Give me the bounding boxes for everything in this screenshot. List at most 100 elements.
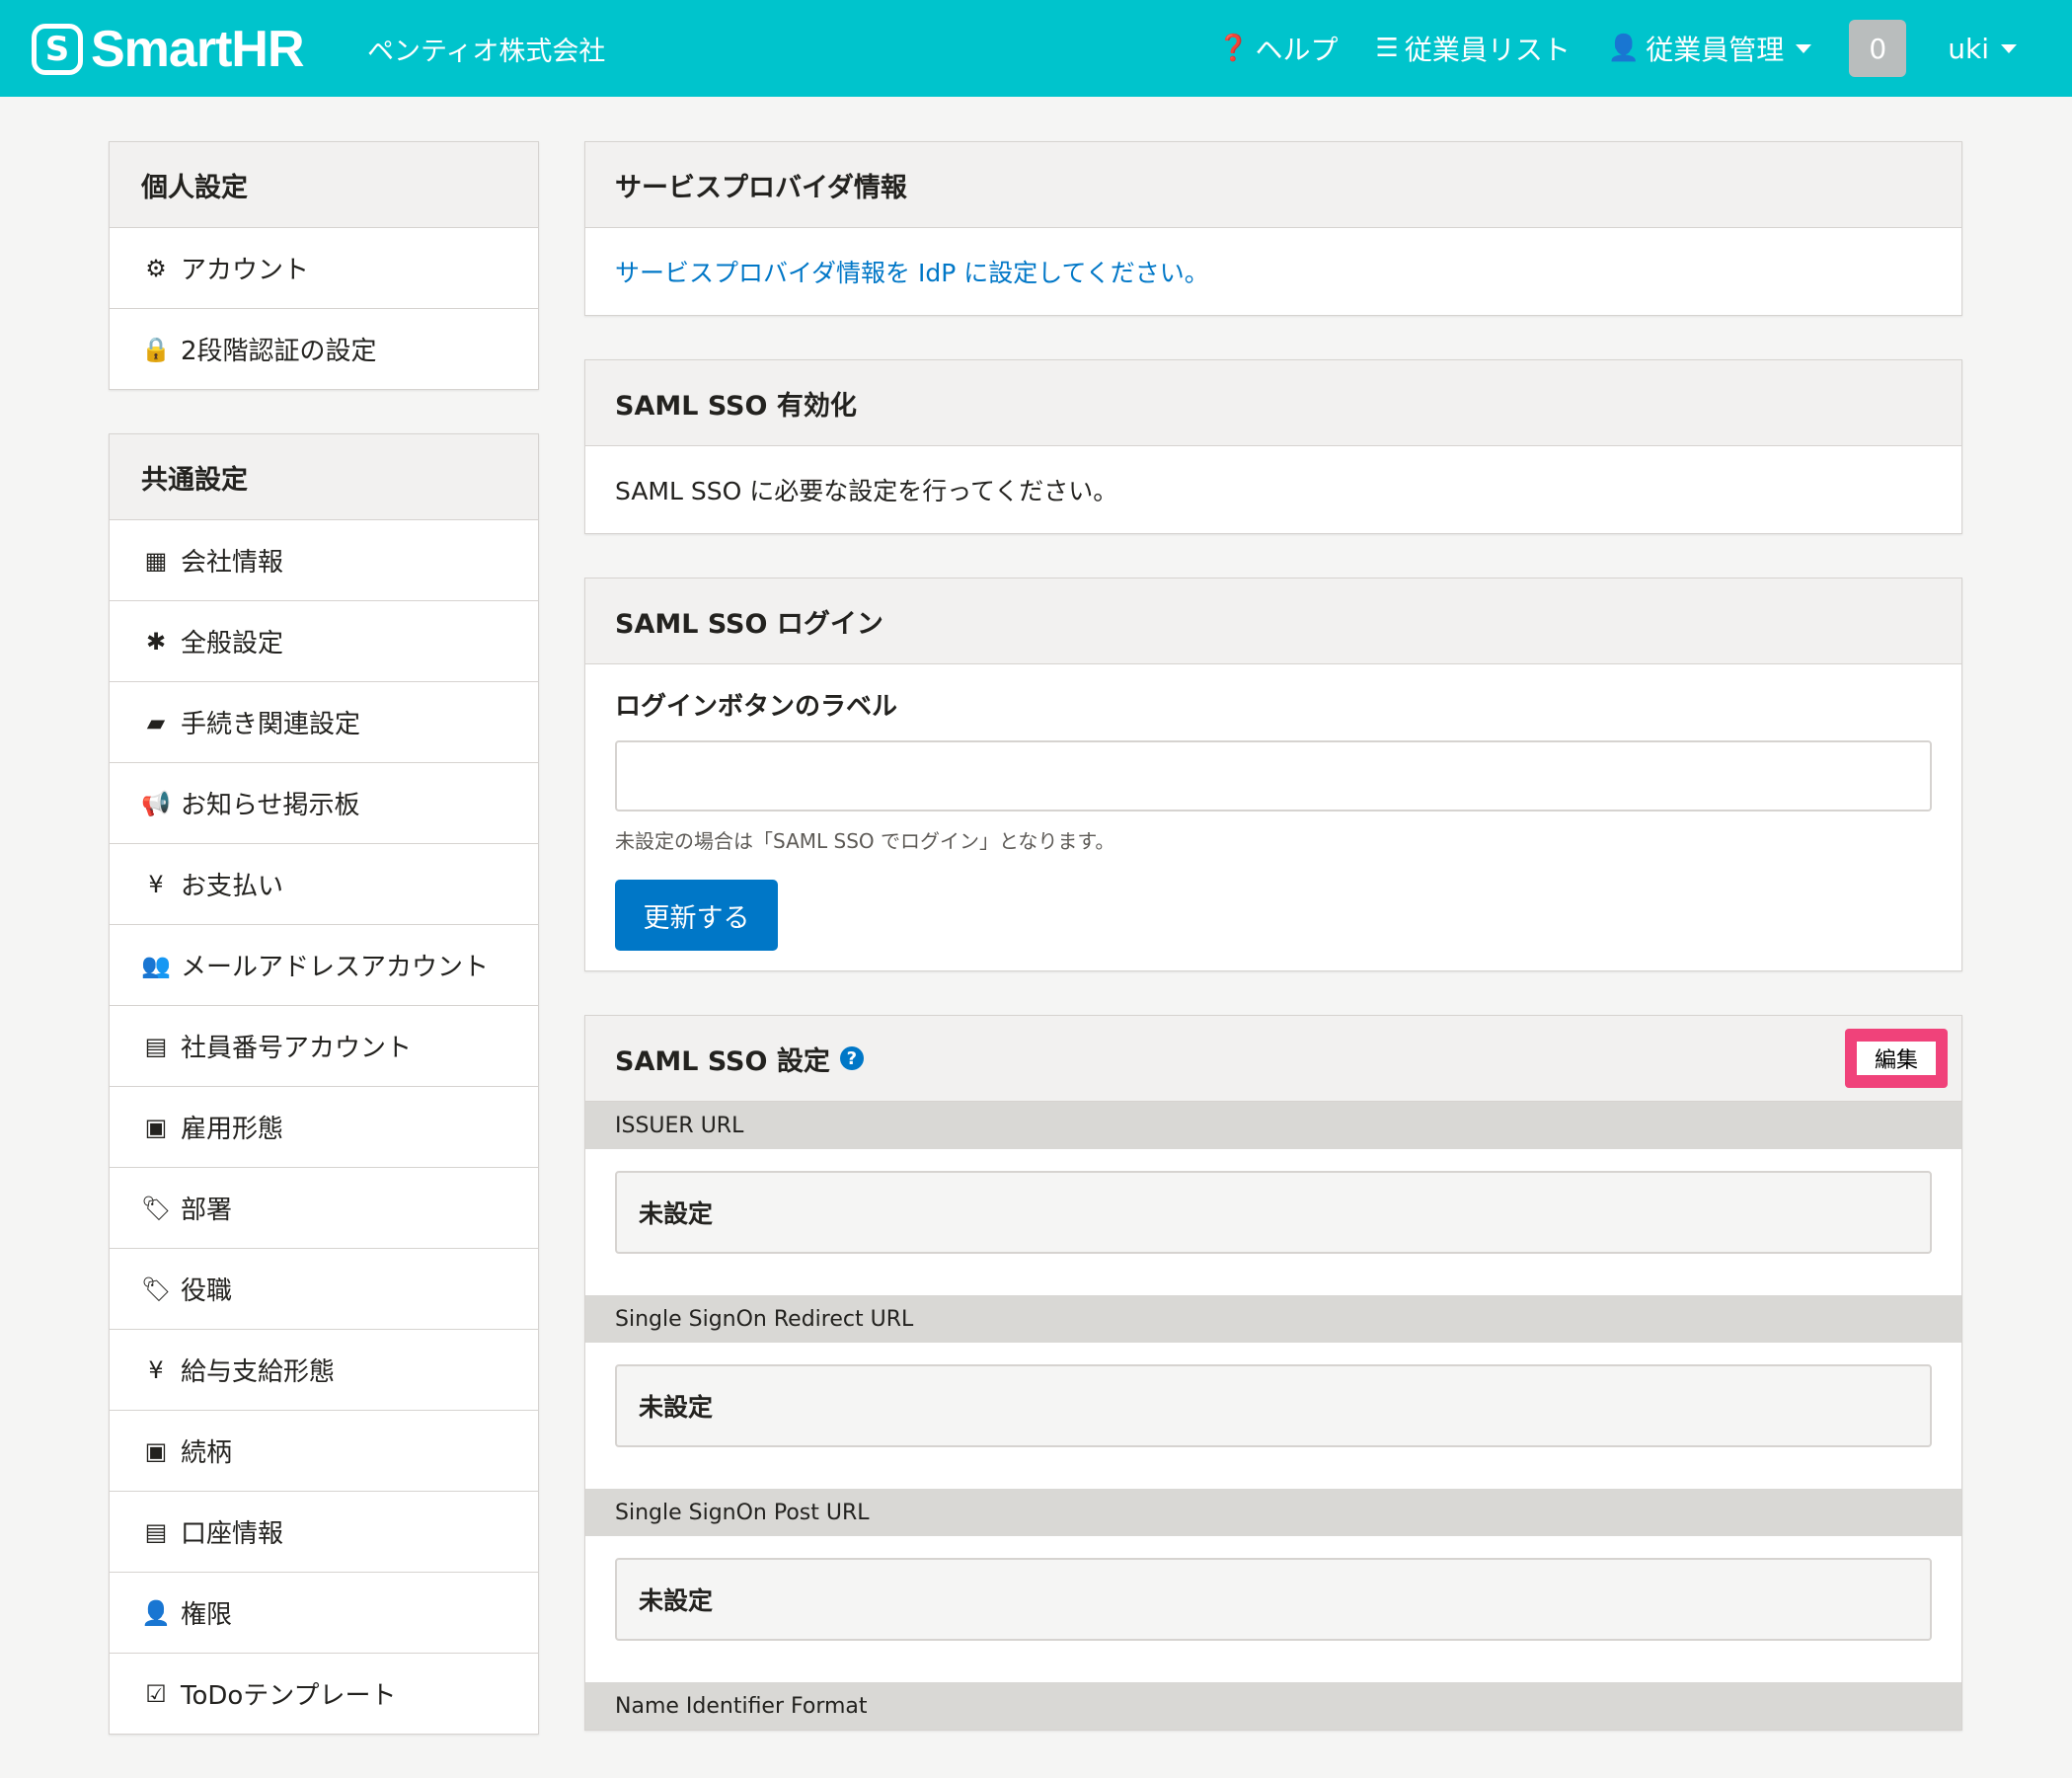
user-menu[interactable]: uki xyxy=(1948,33,2017,65)
yen-circle-icon: ¥ xyxy=(148,1355,164,1384)
main-content: サービスプロバイダ情報 サービスプロバイダ情報を IdP に設定してください。 … xyxy=(584,141,1962,1774)
yen-icon: ¥ xyxy=(148,870,164,898)
sp-info-link[interactable]: サービスプロバイダ情報を IdP に設定してください。 xyxy=(615,259,1209,287)
badge-icon: ▣ xyxy=(144,1113,168,1141)
sidebar-item-common-5[interactable]: 👥 メールアドレスアカウント xyxy=(110,925,538,1006)
help-icon[interactable]: ? xyxy=(839,1046,864,1070)
sidebar-item-label: 社員番号アカウント xyxy=(181,1034,413,1063)
logo-mark: S xyxy=(32,24,83,75)
login-button-label-title: ログインボタンのラベル xyxy=(615,692,898,722)
lock-icon: 🔒 xyxy=(141,335,171,363)
user-name: uki xyxy=(1948,32,1989,65)
caret-down-icon xyxy=(1796,43,1812,53)
sidebar-item-common-9[interactable]: 🏷 役職 xyxy=(110,1249,538,1330)
sidebar-item-label: お知らせ掲示板 xyxy=(181,791,360,820)
sidebar-item-common-14[interactable]: ☑ ToDoテンプレート xyxy=(110,1654,538,1734)
login-title: SAML SSO ログイン xyxy=(585,579,1961,664)
question-circle-icon: ❓ xyxy=(1217,34,1250,63)
id-card-icon: ▤ xyxy=(144,1032,168,1060)
asterisk-icon: ✱ xyxy=(145,627,167,656)
book-icon: ▰ xyxy=(146,708,166,736)
sidebar-item-label: お支払い xyxy=(181,872,284,901)
sidebar-item-common-12[interactable]: ▤ 口座情報 xyxy=(110,1492,538,1573)
sidebar-item-common-6[interactable]: ▤ 社員番号アカウント xyxy=(110,1006,538,1087)
employee-management-label: 従業員管理 xyxy=(1646,34,1785,66)
contact-icon: ▣ xyxy=(144,1436,168,1465)
sidebar-item-label: 給与支給形態 xyxy=(181,1357,336,1387)
sp-info-card: サービスプロバイダ情報 サービスプロバイダ情報を IdP に設定してください。 xyxy=(584,141,1962,316)
sidebar-item-label: 2段階認証の設定 xyxy=(181,337,377,366)
sidebar-item-label: 雇用形態 xyxy=(181,1115,284,1144)
saml-settings-header: SAML SSO 設定 ? 編集 xyxy=(585,1016,1961,1102)
personal-settings-panel: 個人設定 ⚙ アカウント 🔒 2段階認証の設定 xyxy=(109,141,539,390)
setting-field-value: 未設定 xyxy=(615,1364,1932,1447)
sidebar-item-label: 全般設定 xyxy=(181,629,284,658)
update-button[interactable]: 更新する xyxy=(615,880,778,951)
enable-text: SAML SSO に必要な設定を行ってください。 xyxy=(615,477,1118,505)
sidebar-item-label: 部署 xyxy=(181,1196,233,1225)
sidebar-item-label: 口座情報 xyxy=(181,1519,284,1549)
employee-list-link[interactable]: ☰ 従業員リスト xyxy=(1376,29,1571,68)
help-label: ヘルプ xyxy=(1255,34,1339,66)
saml-settings-card: SAML SSO 設定 ? 編集 ISSUER URL 未設定 Single Sig… xyxy=(584,1015,1962,1731)
top-navbar: S SmartHR ペンティオ株式会社 ❓ ヘルプ ☰ 従業員リスト 👤 従業員… xyxy=(0,0,2072,97)
sidebar-item-common-8[interactable]: 🏷 部署 xyxy=(110,1168,538,1249)
sidebar-item-label: 役職 xyxy=(181,1276,233,1306)
sidebar-item-label: ToDoテンプレート xyxy=(181,1681,397,1711)
enable-title: SAML SSO 有効化 xyxy=(585,360,1961,446)
users-icon: 👥 xyxy=(141,951,171,979)
caret-down-icon xyxy=(2001,43,2017,53)
sidebar-item-common-3[interactable]: 📢 お知らせ掲示板 xyxy=(110,763,538,844)
sidebar-item-label: 続柄 xyxy=(181,1438,233,1468)
logo-text: SmartHR xyxy=(91,21,304,78)
help-link[interactable]: ❓ ヘルプ xyxy=(1217,29,1338,68)
check-square-icon: ☑ xyxy=(145,1679,167,1708)
sp-info-title: サービスプロバイダ情報 xyxy=(585,142,1961,228)
tag-icon: 🏷 xyxy=(141,1275,172,1303)
login-hint: 未設定の場合は「SAML SSO でログイン」となります。 xyxy=(615,829,1115,853)
sidebar-item-common-13[interactable]: 👤 権限 xyxy=(110,1573,538,1654)
sidebar-item-personal-0[interactable]: ⚙ アカウント xyxy=(110,228,538,309)
setting-field-label: Single SignOn Post URL xyxy=(585,1489,1961,1536)
sidebar-item-common-2[interactable]: ▰ 手続き関連設定 xyxy=(110,682,538,763)
sidebar-item-label: 会社情報 xyxy=(181,548,284,578)
setting-field-label: ISSUER URL xyxy=(585,1102,1961,1149)
gear-icon: ⚙ xyxy=(145,254,167,282)
personal-settings-title: 個人設定 xyxy=(110,142,538,228)
sidebar-item-common-0[interactable]: ▦ 会社情報 xyxy=(110,520,538,601)
smarthr-logo[interactable]: S SmartHR xyxy=(32,21,304,78)
setting-field-value: 未設定 xyxy=(615,1558,1932,1641)
sidebar-item-common-4[interactable]: ¥ お支払い xyxy=(110,844,538,925)
sidebar-item-common-7[interactable]: ▣ 雇用形態 xyxy=(110,1087,538,1168)
building-icon: ▦ xyxy=(144,546,168,575)
settings-sidebar: 個人設定 ⚙ アカウント 🔒 2段階認証の設定 共通設定 ▦ 会社情報 ✱ 全般設定 ▰ 手続き… xyxy=(109,141,539,1778)
common-settings-title: 共通設定 xyxy=(110,434,538,520)
bullhorn-icon: 📢 xyxy=(141,789,171,817)
sidebar-item-label: アカウント xyxy=(181,256,310,285)
setting-field-label: Name Identifier Format xyxy=(585,1682,1961,1730)
edit-button[interactable]: 編集 xyxy=(1857,1042,1936,1075)
login-card: SAML SSO ログイン ログインボタンのラベル 未設定の場合は「SAML S… xyxy=(584,578,1962,971)
nav-menu: ❓ ヘルプ ☰ 従業員リスト 👤 従業員管理 0 uki xyxy=(1217,0,2072,97)
user-key-icon: 👤 xyxy=(141,1598,171,1627)
company-name: ペンティオ株式会社 xyxy=(367,37,606,67)
sidebar-item-label: メールアドレスアカウント xyxy=(181,953,490,982)
enable-card: SAML SSO 有効化 SAML SSO に必要な設定を行ってください。 xyxy=(584,359,1962,534)
sidebar-item-common-1[interactable]: ✱ 全般設定 xyxy=(110,601,538,682)
saml-settings-title: SAML SSO 設定 xyxy=(615,1045,830,1077)
setting-field-label: Single SignOn Redirect URL xyxy=(585,1295,1961,1343)
login-button-label-input[interactable] xyxy=(615,740,1932,812)
sidebar-item-personal-1[interactable]: 🔒 2段階認証の設定 xyxy=(110,309,538,389)
user-icon: 👤 xyxy=(1607,34,1641,63)
common-settings-panel: 共通設定 ▦ 会社情報 ✱ 全般設定 ▰ 手続き関連設定 📢 お知らせ掲示板 ¥ お支払い 👥 メール… xyxy=(109,433,539,1735)
notification-badge[interactable]: 0 xyxy=(1849,20,1907,77)
setting-field-value: 未設定 xyxy=(615,1171,1932,1254)
sidebar-item-label: 手続き関連設定 xyxy=(181,710,361,739)
sidebar-item-common-10[interactable]: ¥ 給与支給形態 xyxy=(110,1330,538,1411)
list-icon: ☰ xyxy=(1375,34,1399,63)
sidebar-item-common-11[interactable]: ▣ 続柄 xyxy=(110,1411,538,1492)
employee-management-dropdown[interactable]: 👤 従業員管理 xyxy=(1607,29,1812,68)
tags-icon: 🏷 xyxy=(141,1194,172,1222)
edit-highlight: 編集 xyxy=(1845,1029,1948,1088)
employee-list-label: 従業員リスト xyxy=(1404,34,1571,66)
